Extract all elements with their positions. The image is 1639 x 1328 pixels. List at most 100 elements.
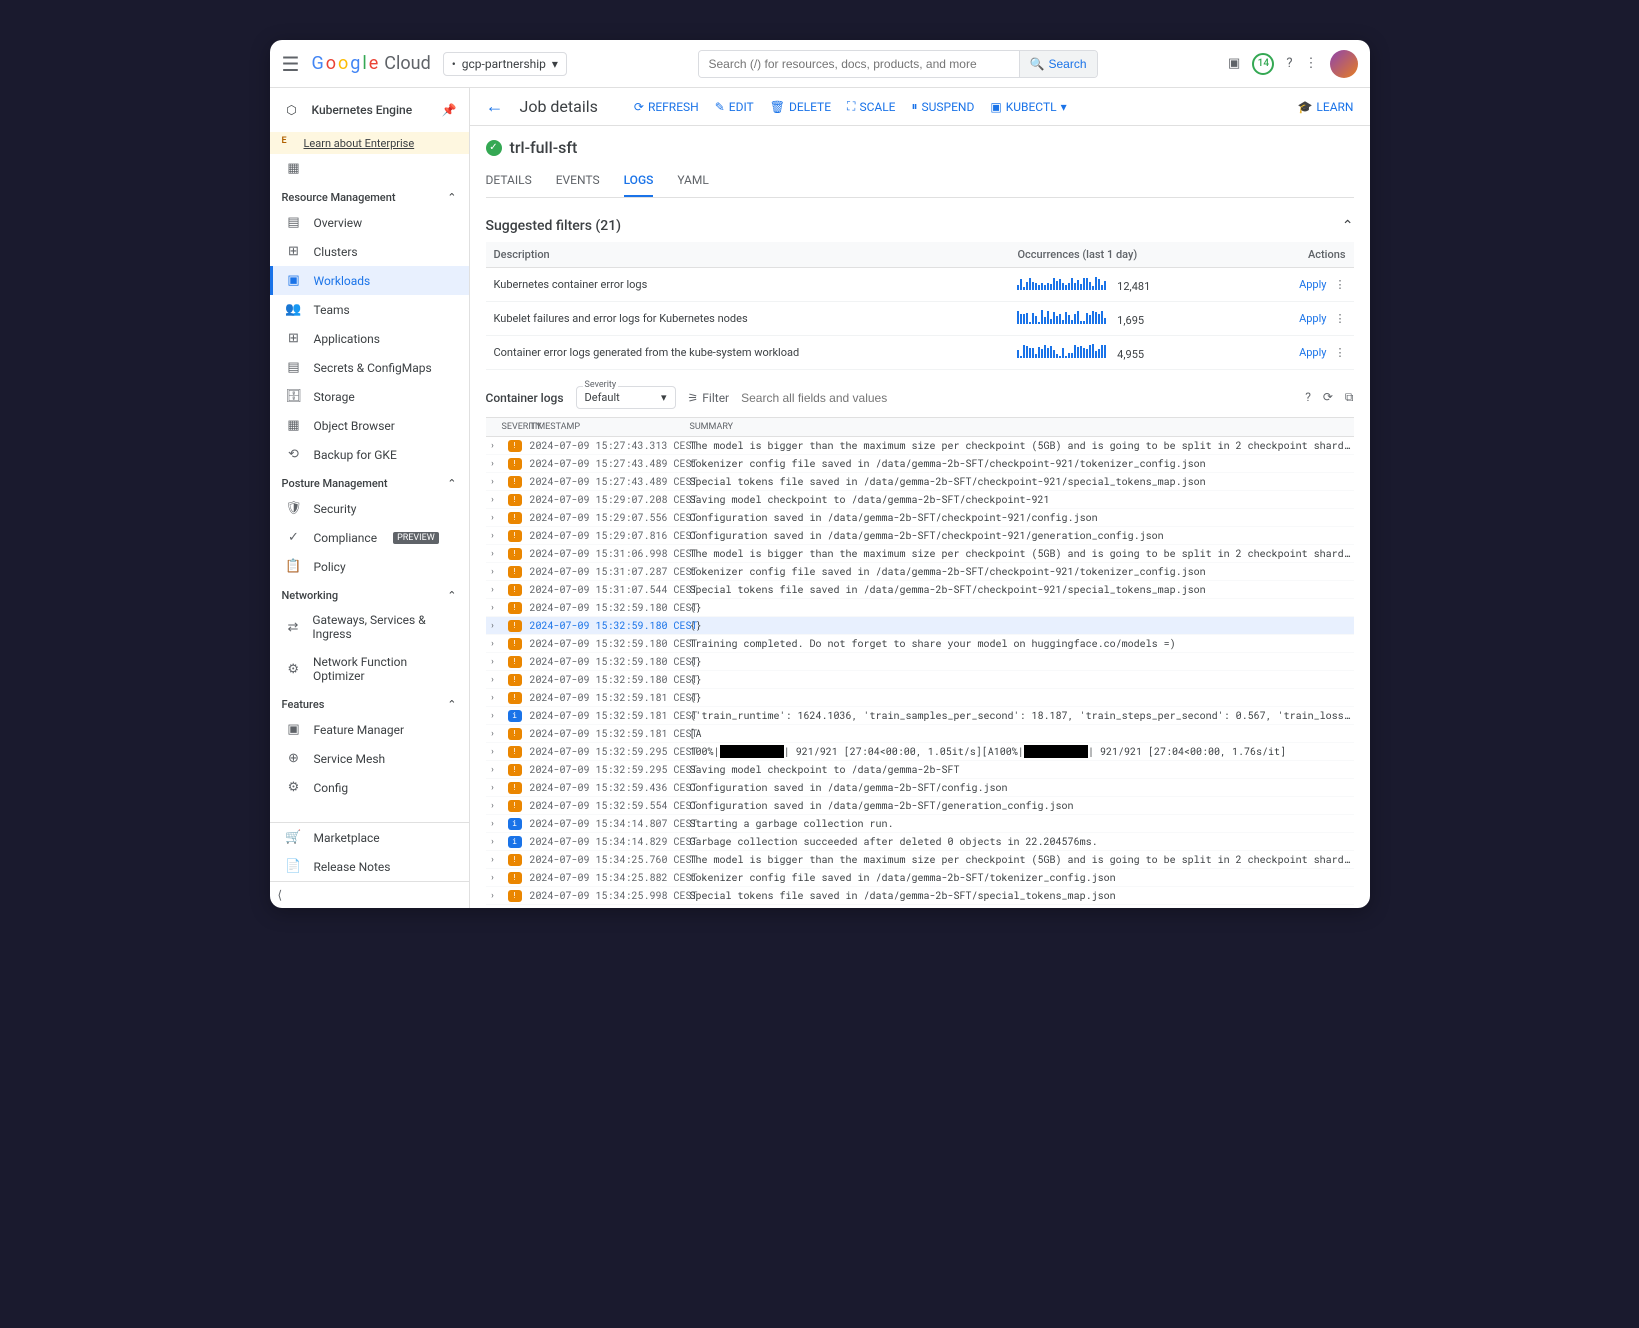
suggested-filters-header[interactable]: Suggested filters (21)⌃ — [486, 210, 1354, 242]
filter-input[interactable] — [741, 391, 1293, 405]
log-row[interactable]: ›i2024-07-09 15:34:14.807 CESTStarting a… — [486, 815, 1354, 833]
expand-icon[interactable]: › — [486, 620, 500, 631]
refresh-button[interactable]: ⟳REFRESH — [634, 99, 699, 114]
kubectl-button[interactable]: ▣KUBECTL ▾ — [990, 99, 1066, 114]
log-row[interactable]: ›!2024-07-09 15:32:59.554 CESTConfigurat… — [486, 797, 1354, 815]
log-row[interactable]: ›!2024-07-09 15:32:59.180 CEST{} — [486, 599, 1354, 617]
expand-icon[interactable]: › — [486, 782, 500, 793]
sidebar-feature-manager[interactable]: ▣Feature Manager — [270, 715, 469, 744]
sidebar-release-notes[interactable]: 📄Release Notes — [270, 852, 469, 881]
log-row[interactable]: ›!2024-07-09 15:32:59.181 CEST{} — [486, 689, 1354, 707]
sidebar-security[interactable]: 🛡Security — [270, 494, 469, 523]
sidebar-clusters[interactable]: ⊞Clusters — [270, 237, 469, 266]
expand-icon[interactable]: › — [486, 710, 500, 721]
sidebar-service-mesh[interactable]: ⊕Service Mesh — [270, 744, 469, 773]
product-header[interactable]: ⬡ Kubernetes Engine 📌 — [270, 88, 469, 132]
tab-events[interactable]: EVENTS — [556, 165, 600, 197]
apply-button[interactable]: Apply — [1299, 346, 1326, 359]
log-row[interactable]: ›!2024-07-09 15:32:59.181 CEST[A — [486, 725, 1354, 743]
collapse-sidebar[interactable]: ⟨ — [270, 881, 469, 908]
help-icon[interactable]: ? — [1305, 390, 1311, 405]
expand-icon[interactable]: › — [486, 548, 500, 559]
expand-icon[interactable]: › — [486, 440, 500, 451]
sidebar-gateways[interactable]: ⇄Gateways, Services & Ingress — [270, 606, 469, 648]
trial-badge[interactable]: 14 — [1252, 53, 1274, 75]
log-row[interactable]: ›!2024-07-09 15:31:07.287 CESTtokenizer … — [486, 563, 1354, 581]
tab-logs[interactable]: LOGS — [624, 165, 654, 197]
expand-icon[interactable]: › — [486, 512, 500, 523]
filter-icon[interactable]: ⚞ Filter — [688, 391, 730, 405]
delete-button[interactable]: 🗑DELETE — [770, 99, 831, 114]
log-row[interactable]: ›!2024-07-09 15:34:25.998 CESTSpecial to… — [486, 887, 1354, 905]
expand-icon[interactable]: › — [486, 458, 500, 469]
sidebar-nfo[interactable]: ⚙Network Function Optimizer — [270, 648, 469, 690]
log-row[interactable]: ›!2024-07-09 15:32:59.180 CEST{} — [486, 671, 1354, 689]
expand-icon[interactable]: › — [486, 584, 500, 595]
section-features[interactable]: Features⌃ — [270, 690, 469, 715]
expand-icon[interactable]: › — [486, 674, 500, 685]
back-button[interactable]: ← — [486, 96, 504, 117]
sidebar-backup[interactable]: ⟲Backup for GKE — [270, 440, 469, 469]
expand-icon[interactable]: › — [486, 692, 500, 703]
section-resource[interactable]: Resource Management⌃ — [270, 183, 469, 208]
sidebar-config[interactable]: ⚙Config — [270, 773, 469, 802]
reload-icon[interactable]: ⟳ — [1323, 390, 1333, 405]
log-row[interactable]: ›i2024-07-09 15:34:34.622 CESTall the ot… — [486, 905, 1354, 908]
expand-icon[interactable]: › — [486, 476, 500, 487]
apply-button[interactable]: Apply — [1299, 312, 1326, 325]
pin-icon[interactable]: 📌 — [442, 103, 457, 117]
expand-icon[interactable]: › — [486, 890, 500, 901]
severity-select[interactable]: Severity Default ▾ — [576, 386, 676, 409]
sidebar-compliance[interactable]: ✓CompliancePREVIEW — [270, 523, 469, 552]
log-row[interactable]: ›!2024-07-09 15:29:07.816 CESTConfigurat… — [486, 527, 1354, 545]
menu-icon[interactable]: ☰ — [282, 52, 300, 76]
expand-icon[interactable]: › — [486, 566, 500, 577]
tab-details[interactable]: DETAILS — [486, 165, 532, 197]
sidebar-policy[interactable]: 📋Policy — [270, 552, 469, 581]
log-row[interactable]: ›!2024-07-09 15:32:59.180 CEST{} — [486, 617, 1354, 635]
sidebar-overview[interactable]: ▤Overview — [270, 208, 469, 237]
avatar[interactable] — [1330, 50, 1358, 78]
sidebar-object-browser[interactable]: ▦Object Browser — [270, 411, 469, 440]
log-row[interactable]: ›!2024-07-09 15:32:59.180 CEST{} — [486, 653, 1354, 671]
search-input[interactable] — [699, 51, 1019, 77]
section-posture[interactable]: Posture Management⌃ — [270, 469, 469, 494]
log-row[interactable]: ›!2024-07-09 15:27:43.489 CESTSpecial to… — [486, 473, 1354, 491]
sidebar-workloads[interactable]: ▣Workloads — [270, 266, 469, 295]
log-row[interactable]: ›!2024-07-09 15:31:07.544 CESTSpecial to… — [486, 581, 1354, 599]
scale-button[interactable]: ⛶SCALE — [847, 99, 895, 114]
edit-button[interactable]: ✎EDIT — [715, 99, 754, 114]
learn-button[interactable]: 🎓LEARN — [1297, 100, 1353, 114]
suspend-button[interactable]: ⏸SUSPEND — [911, 99, 974, 114]
log-row[interactable]: ›i2024-07-09 15:32:59.181 CEST{'train_ru… — [486, 707, 1354, 725]
expand-icon[interactable]: › — [486, 728, 500, 739]
help-icon[interactable]: ? — [1286, 56, 1292, 71]
log-row[interactable]: ›!2024-07-09 15:27:43.313 CESTThe model … — [486, 437, 1354, 455]
log-row[interactable]: ›!2024-07-09 15:32:59.180 CESTTraining c… — [486, 635, 1354, 653]
gcp-logo[interactable]: Google Cloud — [311, 53, 430, 74]
log-row[interactable]: ›!2024-07-09 15:32:59.295 CESTSaving mod… — [486, 761, 1354, 779]
expand-icon[interactable]: › — [486, 836, 500, 847]
search-button[interactable]: 🔍 Search — [1019, 51, 1097, 77]
expand-icon[interactable]: › — [486, 800, 500, 811]
log-row[interactable]: ›!2024-07-09 15:31:06.998 CESTThe model … — [486, 545, 1354, 563]
log-row[interactable]: ›!2024-07-09 15:27:43.489 CESTtokenizer … — [486, 455, 1354, 473]
expand-icon[interactable]: › — [486, 818, 500, 829]
expand-icon[interactable]: › — [486, 746, 500, 757]
terminal-icon[interactable]: ▣ — [1228, 56, 1240, 71]
expand-icon[interactable]: › — [486, 764, 500, 775]
log-row[interactable]: ›!2024-07-09 15:34:25.882 CESTtokenizer … — [486, 869, 1354, 887]
log-row[interactable]: ›!2024-07-09 15:34:25.760 CESTThe model … — [486, 851, 1354, 869]
project-picker[interactable]: •gcp-partnership▾ — [443, 52, 567, 76]
log-row[interactable]: ›!2024-07-09 15:32:59.295 CEST100%|█████… — [486, 743, 1354, 761]
more-icon[interactable]: ⋮ — [1335, 312, 1346, 325]
expand-icon[interactable]: › — [486, 656, 500, 667]
sidebar-marketplace[interactable]: 🛒Marketplace — [270, 823, 469, 852]
expand-icon[interactable]: › — [486, 638, 500, 649]
log-row[interactable]: ›i2024-07-09 15:34:14.829 CESTGarbage co… — [486, 833, 1354, 851]
sidebar-all-fleets[interactable]: ▦ — [270, 154, 469, 183]
section-networking[interactable]: Networking⌃ — [270, 581, 469, 606]
sidebar-applications[interactable]: ⊞Applications — [270, 324, 469, 353]
sidebar-teams[interactable]: 👥Teams — [270, 295, 469, 324]
more-icon[interactable]: ⋮ — [1305, 56, 1318, 71]
